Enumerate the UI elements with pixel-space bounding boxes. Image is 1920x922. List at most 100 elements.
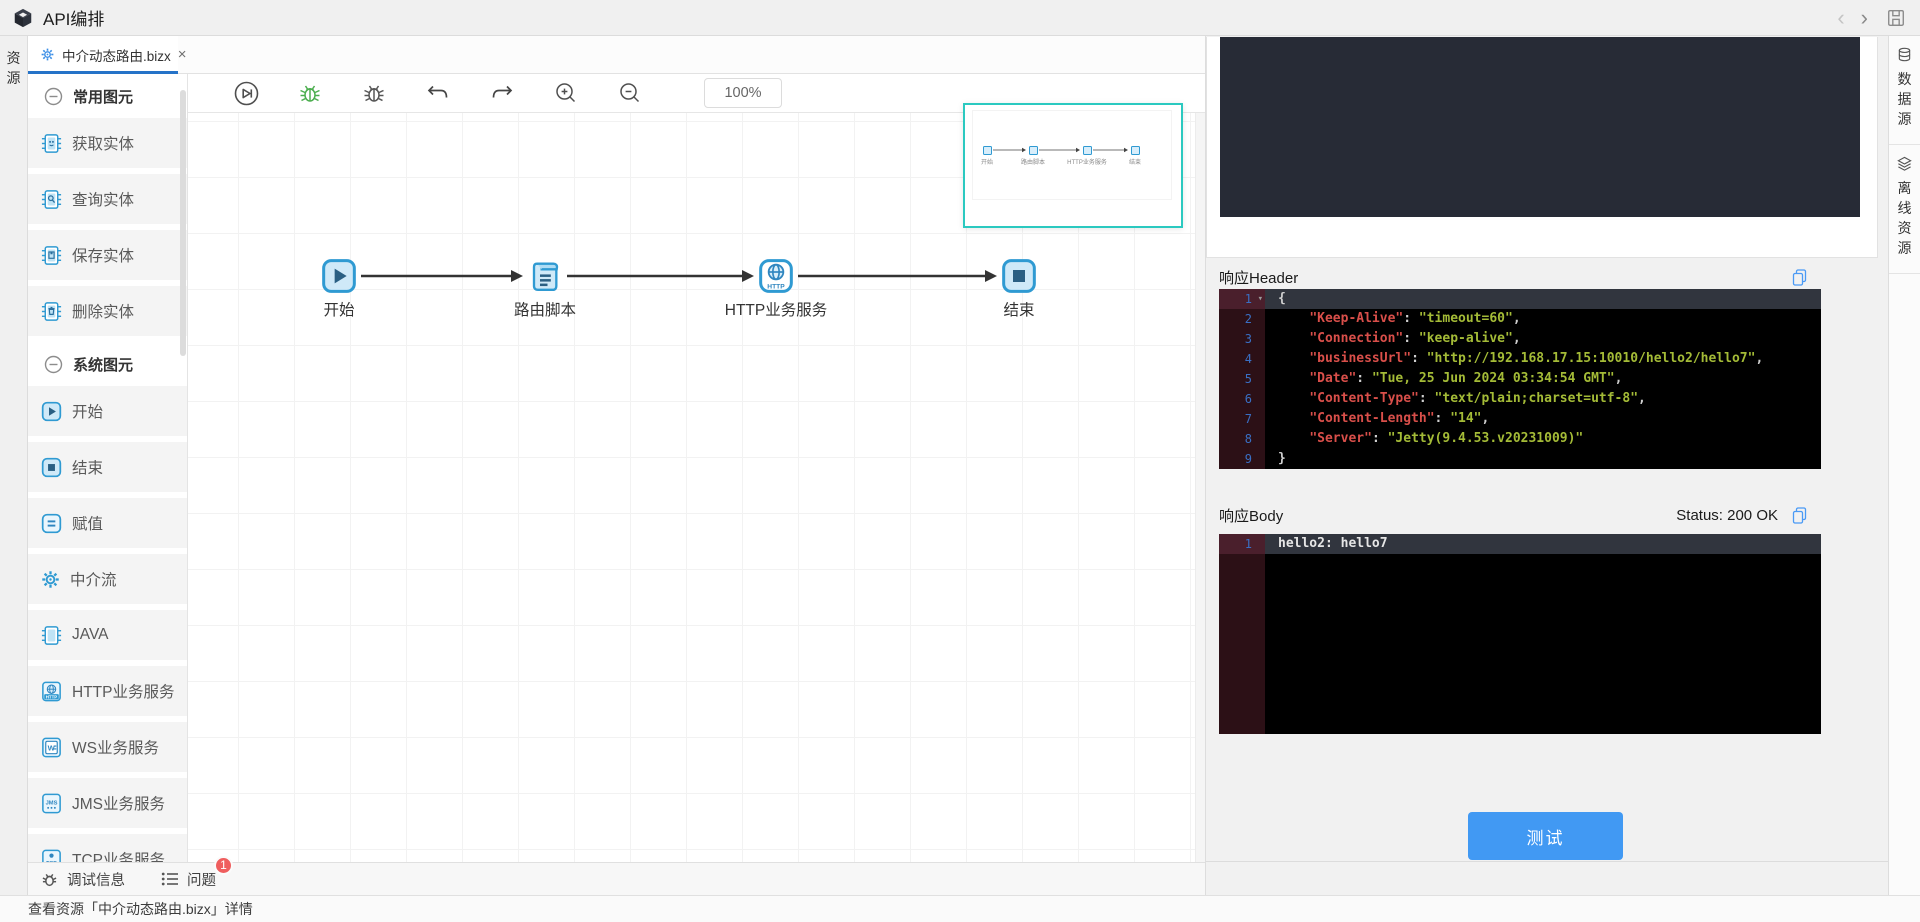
nav-back-button[interactable]: ‹ xyxy=(1829,8,1852,28)
svg-text:JMS: JMS xyxy=(46,800,58,806)
minimap[interactable]: 开始路由脚本HTTP业务服务结束 xyxy=(963,103,1183,228)
collapse-icon xyxy=(44,355,63,374)
offline-resource-icon xyxy=(1897,156,1912,171)
code-line: 7 "Content-Length": "14", xyxy=(1219,409,1821,429)
assign-icon xyxy=(40,512,63,535)
line-number: 4 xyxy=(1219,349,1265,369)
undo-button[interactable] xyxy=(424,79,452,107)
sidebar-item[interactable]: 获取实体 xyxy=(28,118,187,168)
right-strip-tab-label: 数据源 xyxy=(1897,69,1913,129)
jms-service-icon: JMS xyxy=(40,792,63,815)
sidebar-item[interactable]: 中介流 xyxy=(28,554,187,604)
sidebar-item-label: HTTP业务服务 xyxy=(72,680,174,702)
line-number: 2 xyxy=(1219,309,1265,329)
sidebar-item-label: 开始 xyxy=(72,400,103,422)
sidebar-item[interactable]: 保存实体 xyxy=(28,230,187,280)
sidebar-item[interactable]: TCPTCP业务服务 xyxy=(28,834,187,862)
test-button[interactable]: 测试 xyxy=(1468,812,1623,860)
start-node-icon xyxy=(319,256,359,296)
sidebar-item[interactable]: 结束 xyxy=(28,442,187,492)
code-text: "Date": "Tue, 25 Jun 2024 03:34:54 GMT", xyxy=(1265,369,1821,389)
debug-info-button[interactable]: 调试信息 xyxy=(40,869,125,890)
debug-run-button[interactable] xyxy=(296,79,324,107)
sidebar-item[interactable]: 查询实体 xyxy=(28,174,187,224)
resources-tab[interactable]: 资源 xyxy=(6,48,22,88)
line-number: 1▾ xyxy=(1219,289,1265,309)
right-strip-tab-离线资源[interactable]: 离线资源 xyxy=(1889,145,1920,274)
gear-icon xyxy=(40,47,55,62)
right-panel-filler xyxy=(1206,862,1888,895)
line-number: 3 xyxy=(1219,329,1265,349)
sidebar-item-label: 保存实体 xyxy=(72,244,134,266)
undo-icon xyxy=(425,80,451,106)
issues-count-badge: 1 xyxy=(214,856,233,875)
sidebar-section-header[interactable]: 常用图元 xyxy=(28,74,187,118)
app-title: API编排 xyxy=(43,5,104,30)
debug-bar: 调试信息 问题 1 xyxy=(28,862,1205,895)
code-text: hello2: hello7 xyxy=(1265,534,1821,554)
debug-info-label: 调试信息 xyxy=(67,869,125,890)
issues-button[interactable]: 问题 1 xyxy=(161,869,216,890)
minimap-page xyxy=(972,110,1172,200)
entity-get-icon xyxy=(40,132,63,155)
flow-node-label: HTTP业务服务 xyxy=(696,298,856,320)
tab-close-icon[interactable]: × xyxy=(178,48,187,62)
document-tab[interactable]: 中介动态路由.bizx × xyxy=(28,36,178,73)
zoom-level-display: 100% xyxy=(704,78,782,108)
zoom-in-button[interactable] xyxy=(552,79,580,107)
flow-node-开始[interactable] xyxy=(319,256,359,296)
code-line: 3 "Connection": "keep-alive", xyxy=(1219,329,1821,349)
svg-text:HTTP: HTTP xyxy=(767,283,785,290)
zoom-out-button[interactable] xyxy=(616,79,644,107)
line-number: 1 xyxy=(1219,534,1265,554)
sidebar-scrollbar[interactable] xyxy=(180,90,186,356)
flow-node-label: 路由脚本 xyxy=(465,298,625,320)
copy-icon[interactable] xyxy=(1792,507,1807,524)
sidebar-item[interactable]: 赋值 xyxy=(28,498,187,548)
response-header-row: 响应Header xyxy=(1219,267,1807,287)
code-text: "Connection": "keep-alive", xyxy=(1265,329,1821,349)
redo-icon xyxy=(489,80,515,106)
sidebar-section-header[interactable]: 系统图元 xyxy=(28,342,187,386)
line-number: 9 xyxy=(1219,449,1265,469)
debug-output-editor[interactable] xyxy=(1220,37,1860,217)
canvas-area: 100% 开始路由脚本HTTPHTTP业务服务结束 开始路由脚本HTTP业务服务… xyxy=(188,74,1205,862)
flow-node-路由脚本[interactable] xyxy=(525,256,565,296)
code-text: "Content-Length": "14", xyxy=(1265,409,1821,429)
code-text: { xyxy=(1265,289,1821,309)
sidebar-item[interactable]: HTTPHTTP业务服务 xyxy=(28,666,187,716)
issues-label: 问题 xyxy=(187,869,216,890)
response-header-editor[interactable]: 1▾{2 "Keep-Alive": "timeout=60",3 "Conne… xyxy=(1219,289,1821,469)
run-icon xyxy=(233,80,260,107)
response-status: Status: 200 OK xyxy=(1676,507,1778,524)
script-node-icon xyxy=(525,256,565,296)
sidebar-item[interactable]: JMSJMS业务服务 xyxy=(28,778,187,828)
nav-forward-button[interactable]: › xyxy=(1853,8,1876,28)
save-button[interactable] xyxy=(1886,8,1906,28)
redo-button[interactable] xyxy=(488,79,516,107)
flow-node-结束[interactable] xyxy=(999,256,1039,296)
left-dock-strip: 资源 xyxy=(0,36,28,895)
right-strip-tab-数据源[interactable]: 数据源 xyxy=(1889,36,1920,145)
sidebar-item[interactable]: 删除实体 xyxy=(28,286,187,336)
fold-icon[interactable]: ▾ xyxy=(1258,289,1263,309)
minimap-node xyxy=(1083,146,1092,155)
sidebar-item-label: 赋值 xyxy=(72,512,103,534)
flow-node-HTTP业务服务[interactable]: HTTP xyxy=(756,256,796,296)
mediation-flow-icon xyxy=(40,569,61,590)
sidebar-item-label: 删除实体 xyxy=(72,300,134,322)
java-icon xyxy=(40,624,63,647)
copy-icon[interactable] xyxy=(1792,269,1807,286)
svg-text:W: W xyxy=(48,743,56,752)
canvas-vertical-scrollbar[interactable] xyxy=(1195,113,1205,862)
zoom-out-icon xyxy=(617,80,643,106)
sidebar-item[interactable]: JAVA xyxy=(28,610,187,660)
sidebar-item-label: 查询实体 xyxy=(72,188,134,210)
sidebar-item[interactable]: WWS业务服务 xyxy=(28,722,187,772)
sidebar-item-label: 结束 xyxy=(72,456,103,478)
run-button[interactable] xyxy=(232,79,260,107)
response-body-editor[interactable]: 1hello2: hello7 xyxy=(1219,534,1821,734)
debug-button[interactable] xyxy=(360,79,388,107)
minimap-node xyxy=(1029,146,1038,155)
sidebar-item[interactable]: 开始 xyxy=(28,386,187,436)
